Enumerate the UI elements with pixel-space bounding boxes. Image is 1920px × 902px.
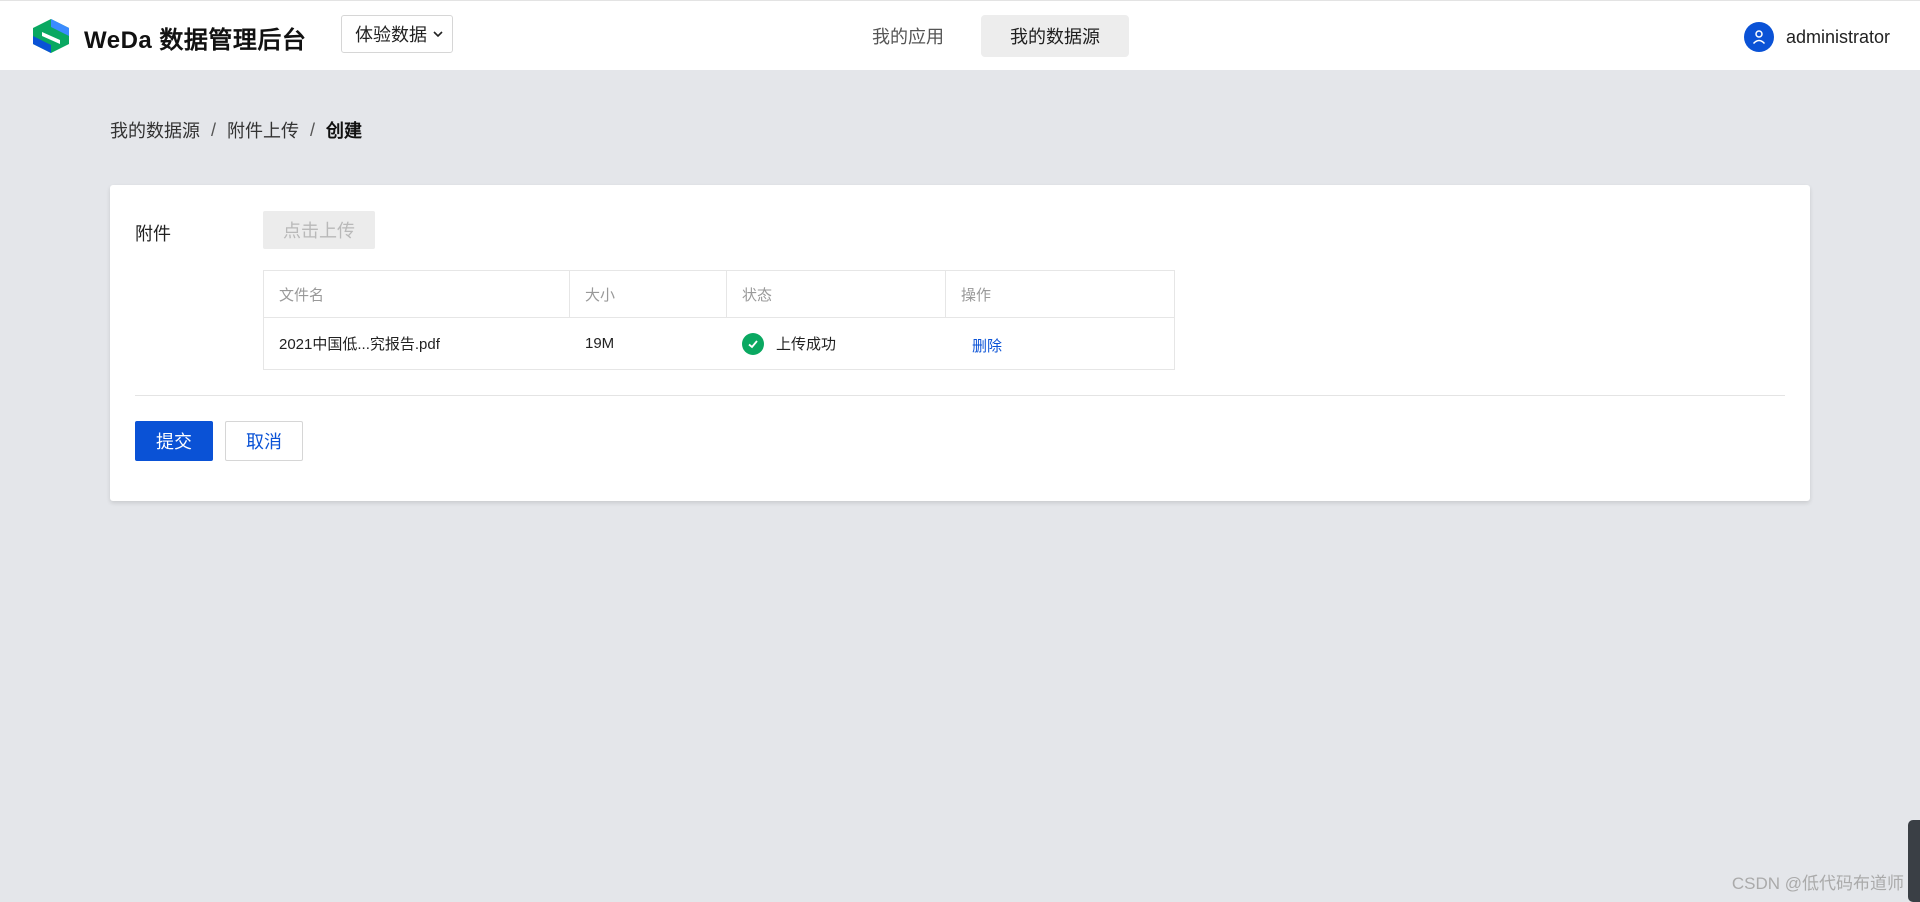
cancel-button[interactable]: 取消 <box>225 421 303 461</box>
breadcrumb-separator: / <box>211 119 217 140</box>
breadcrumb-item-datasources[interactable]: 我的数据源 <box>110 117 200 143</box>
breadcrumb-current: 创建 <box>326 121 363 141</box>
file-actions: 删除 <box>946 318 1174 369</box>
chevron-down-icon <box>433 31 443 38</box>
breadcrumb-item-attachment-upload[interactable]: 附件上传 <box>227 117 299 143</box>
brand-title: WeDa 数据管理后台 <box>84 27 307 54</box>
nav-tab-my-datasources[interactable]: 我的数据源 <box>981 15 1129 57</box>
column-header-status: 状态 <box>727 271 946 317</box>
upload-button[interactable]: 点击上传 <box>263 211 375 249</box>
breadcrumb: 我的数据源 / 附件上传 / 创建 <box>110 117 362 143</box>
top-bar: WeDa 数据管理后台 体验数据 我的应用 我的数据源 administrato… <box>0 0 1920 70</box>
avatar <box>1743 22 1774 52</box>
env-select[interactable]: 体验数据 <box>341 15 453 53</box>
attachment-label: 附件 <box>135 224 171 244</box>
file-size: 19M <box>585 335 615 352</box>
user-icon <box>1752 30 1766 45</box>
env-select-value: 体验数据 <box>355 25 427 45</box>
nav-tab-my-apps[interactable]: 我的应用 <box>848 15 968 57</box>
check-circle-icon <box>742 332 764 355</box>
user-menu[interactable]: administrator <box>1743 22 1890 52</box>
breadcrumb-separator: / <box>310 119 316 140</box>
column-header-filename: 文件名 <box>264 271 570 317</box>
status-text: 上传成功 <box>776 336 837 353</box>
file-status: 上传成功 <box>727 318 946 369</box>
weda-logo-icon <box>33 19 69 53</box>
username: administrator <box>1785 26 1890 47</box>
file-table: 文件名 大小 状态 操作 2021中国低...究报告.pdf 19M 上传成功 … <box>263 270 1175 370</box>
watermark: CSDN @低代码布道师 <box>1731 874 1904 893</box>
submit-button[interactable]: 提交 <box>135 421 213 461</box>
table-header: 文件名 大小 状态 操作 <box>264 271 1174 318</box>
column-header-action: 操作 <box>961 286 992 304</box>
column-header-size: 大小 <box>570 271 727 317</box>
side-widget-handle[interactable] <box>1908 820 1920 902</box>
delete-link[interactable]: 删除 <box>961 331 1002 356</box>
divider <box>135 395 1785 396</box>
table-row: 2021中国低...究报告.pdf 19M 上传成功 删除 <box>264 318 1174 369</box>
file-name: 2021中国低...究报告.pdf <box>279 336 440 353</box>
form-card: 附件 点击上传 文件名 大小 状态 操作 2021中国低...究报告.pdf 1… <box>110 185 1810 501</box>
